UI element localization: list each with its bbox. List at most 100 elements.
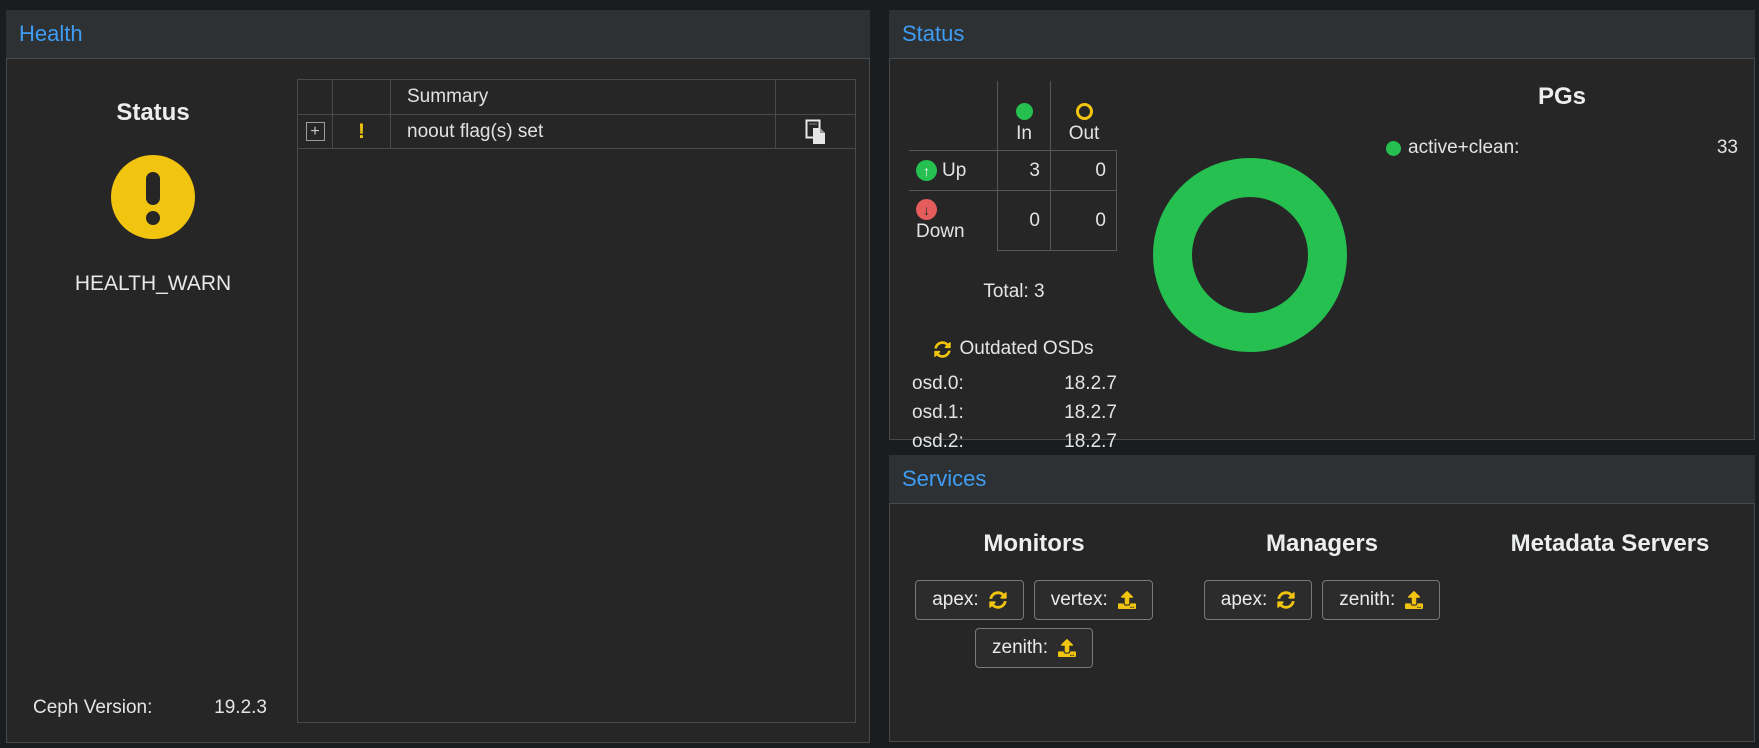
osd-up-in-value: 3 xyxy=(998,151,1051,191)
severity-cell: ! xyxy=(333,115,391,149)
manager-apex-button[interactable]: apex: xyxy=(1204,580,1312,620)
copy-icon xyxy=(804,119,828,145)
monitor-zenith-button[interactable]: zenith: xyxy=(975,628,1093,668)
osd-total: Total: 3 xyxy=(909,281,1119,303)
expand-cell: + xyxy=(298,115,333,149)
osd-down-in-value: 0 xyxy=(998,191,1051,251)
exclamation-dot xyxy=(146,211,160,225)
exclamation-bar xyxy=(146,172,160,205)
osd-version: 18.2.7 xyxy=(1064,373,1117,395)
monitor-vertex-button[interactable]: vertex: xyxy=(1034,580,1153,620)
warning-exclamation-icon: ! xyxy=(358,120,365,144)
health-panel-body: Status HEALTH_WARN Ceph Version: 19.2.3 … xyxy=(6,58,870,743)
manager-apex-label: apex: xyxy=(1221,589,1267,611)
osd-name: osd.1: xyxy=(912,402,964,424)
osd-version: 18.2.7 xyxy=(1064,402,1117,424)
osd-up-out-value: 0 xyxy=(1051,151,1117,191)
services-panel: Services Monitors apex: vertex: xyxy=(889,455,1755,742)
in-label: In xyxy=(1016,123,1032,145)
monitors-button-row: zenith: xyxy=(975,628,1093,668)
manager-zenith-button[interactable]: zenith: xyxy=(1322,580,1440,620)
services-panel-title: Services xyxy=(902,466,986,492)
arrow-circle-up-icon: ↑ xyxy=(916,160,937,181)
pg-donut-chart xyxy=(1153,158,1347,352)
summary-column-header[interactable]: Summary xyxy=(391,80,776,115)
summary-cell: noout flag(s) set xyxy=(391,115,776,149)
managers-buttons: apex: zenith: xyxy=(1204,580,1440,620)
osd-name: osd.0: xyxy=(912,373,964,395)
up-label: Up xyxy=(942,160,966,182)
arrow-circle-down-icon: ↓ xyxy=(916,199,937,220)
osd-table-corner-cell xyxy=(909,81,998,151)
outdated-osds-list: osd.0: 18.2.7 osd.1: 18.2.7 osd.2: 18.2.… xyxy=(909,369,1119,456)
osd-in-column-header: In xyxy=(998,81,1051,151)
metadata-servers-heading: Metadata Servers xyxy=(1511,530,1710,558)
osd-version: 18.2.7 xyxy=(1064,431,1117,453)
refresh-icon xyxy=(989,591,1007,609)
health-panel-header: Health xyxy=(6,10,870,58)
monitors-buttons: apex: vertex: zenith: xyxy=(915,580,1153,668)
managers-button-row: apex: zenith: xyxy=(1204,580,1440,620)
pg-state-value: 33 xyxy=(1717,137,1738,159)
pgs-section: PGs active+clean: 33 xyxy=(1386,83,1738,159)
health-status-heading: Status xyxy=(116,99,189,127)
monitor-apex-label: apex: xyxy=(932,589,978,611)
out-label: Out xyxy=(1069,123,1100,145)
outdated-osd-row: osd.0: 18.2.7 xyxy=(909,369,1119,398)
osd-out-column-header: Out xyxy=(1051,81,1117,151)
health-status-column: Status HEALTH_WARN Ceph Version: 19.2.3 xyxy=(8,59,298,741)
health-table-header-row: Summary xyxy=(298,80,855,115)
action-column-header xyxy=(776,80,855,115)
ceph-version-row: Ceph Version: 19.2.3 xyxy=(33,697,267,719)
services-columns: Monitors apex: vertex: xyxy=(890,504,1754,741)
outdated-osd-row: osd.1: 18.2.7 xyxy=(909,398,1119,427)
severity-column-header xyxy=(333,80,391,115)
expand-row-button[interactable]: + xyxy=(306,122,325,141)
outdated-osd-row: osd.2: 18.2.7 xyxy=(909,427,1119,456)
osd-up-row-label: ↑ Up xyxy=(909,151,998,191)
monitor-apex-button[interactable]: apex: xyxy=(915,580,1023,620)
health-panel: Health Status HEALTH_WARN Ceph Version: … xyxy=(6,10,870,743)
active-clean-dot-icon xyxy=(1386,141,1401,156)
osd-down-out-value: 0 xyxy=(1051,191,1117,251)
monitors-column: Monitors apex: vertex: xyxy=(890,504,1178,741)
monitor-zenith-label: zenith: xyxy=(992,637,1048,659)
status-panel-title: Status xyxy=(902,21,964,47)
health-table-row[interactable]: + ! noout flag(s) set xyxy=(298,115,855,149)
monitors-button-row: apex: vertex: xyxy=(915,580,1153,620)
health-summary-table: Summary + ! noout flag(s) set xyxy=(297,79,856,723)
upload-icon xyxy=(1118,591,1136,609)
in-dot-icon xyxy=(1016,103,1033,120)
osd-in-out-table: In Out ↑ Up 3 0 ↓ Down 0 0 xyxy=(909,81,1119,251)
down-label: Down xyxy=(916,221,965,243)
health-panel-title: Health xyxy=(19,21,83,47)
managers-heading: Managers xyxy=(1266,530,1378,558)
pg-legend-row: active+clean: 33 xyxy=(1386,137,1738,159)
pgs-heading: PGs xyxy=(1386,83,1738,111)
status-panel-header: Status xyxy=(889,10,1755,58)
expand-column-header xyxy=(298,80,333,115)
outdated-osds-heading: Outdated OSDs xyxy=(959,338,1093,360)
ceph-dashboard: Health Status HEALTH_WARN Ceph Version: … xyxy=(0,0,1759,748)
monitor-vertex-label: vertex: xyxy=(1051,589,1108,611)
metadata-servers-column: Metadata Servers xyxy=(1466,504,1754,741)
services-panel-header: Services xyxy=(889,455,1755,503)
status-panel: Status In Out ↑ Up 3 0 xyxy=(889,10,1755,440)
status-panel-body: In Out ↑ Up 3 0 ↓ Down 0 0 T xyxy=(889,58,1755,440)
services-panel-body: Monitors apex: vertex: xyxy=(889,503,1755,742)
osd-down-row-label: ↓ Down xyxy=(909,191,998,251)
monitors-heading: Monitors xyxy=(983,530,1084,558)
copy-button[interactable] xyxy=(804,119,828,145)
upload-icon xyxy=(1405,591,1423,609)
osd-name: osd.2: xyxy=(912,431,964,453)
out-ring-icon xyxy=(1076,103,1093,120)
outdated-osds-heading-row: Outdated OSDs xyxy=(909,334,1119,364)
manager-zenith-label: zenith: xyxy=(1339,589,1395,611)
ceph-version-value: 19.2.3 xyxy=(214,697,267,719)
refresh-icon xyxy=(934,341,951,358)
managers-column: Managers apex: zenith: xyxy=(1178,504,1466,741)
refresh-icon xyxy=(1277,591,1295,609)
health-status-value: HEALTH_WARN xyxy=(75,271,231,296)
action-cell xyxy=(776,115,855,149)
warning-exclamation-circle-icon xyxy=(111,155,195,239)
